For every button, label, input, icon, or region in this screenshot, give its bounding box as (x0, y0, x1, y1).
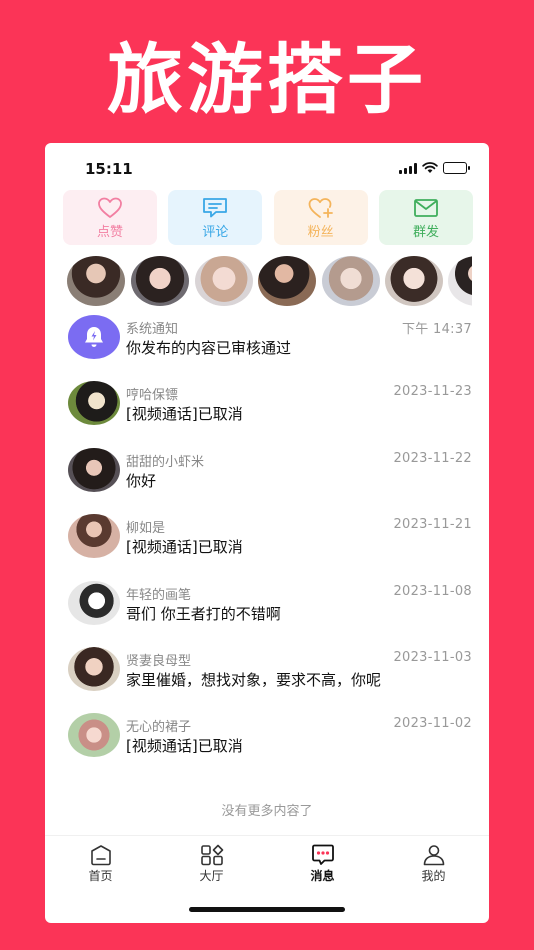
chat-bubble-icon (311, 844, 334, 865)
avatar (68, 581, 120, 625)
heart-plus-icon (308, 198, 333, 218)
message-sender: 哼哈保镖 (126, 388, 179, 403)
status-icons (399, 162, 470, 174)
home-indicator[interactable] (189, 907, 345, 912)
message-date: 2023-11-22 (393, 451, 472, 466)
message-item[interactable]: 柳如是 2023-11-21 [视频通话]已取消 (45, 510, 489, 572)
avatar (68, 448, 120, 492)
message-date: 下午 14:37 (402, 322, 472, 337)
tab-messages[interactable]: 消息 (267, 836, 378, 887)
group-send-label: 群发 (412, 225, 439, 240)
action-bar: 点赞 评论 粉丝 群发 (63, 190, 473, 245)
comments-button[interactable]: 评论 (168, 190, 263, 245)
phone-screen: 15:11 点赞 评论 粉丝 群发 系统通知 下午 14:37 你发布的内容已审… (45, 143, 489, 923)
bell-icon (85, 327, 103, 347)
mail-icon (414, 199, 438, 217)
tab-profile-label: 我的 (421, 869, 446, 883)
comments-label: 评论 (202, 225, 229, 240)
message-sender: 贤妻良母型 (126, 654, 192, 669)
battery-icon (443, 162, 470, 174)
message-sender: 无心的裙子 (126, 720, 192, 735)
tab-lobby-label: 大厅 (199, 869, 224, 883)
message-preview: 哥们 你王者打的不错啊 (126, 605, 281, 623)
heart-icon (98, 197, 122, 218)
avatar (68, 647, 120, 691)
status-bar: 15:11 (45, 143, 489, 189)
tab-home[interactable]: 首页 (45, 836, 156, 887)
headline: 旅游搭子 (107, 35, 427, 124)
message-item[interactable]: 年轻的画笔 2023-11-08 哥们 你王者打的不错啊 (45, 577, 489, 639)
message-item[interactable]: 贤妻良母型 2023-11-03 家里催婚，想找对象，要求不高，你呢 (45, 643, 489, 705)
message-date: 2023-11-21 (393, 517, 472, 532)
avatar[interactable] (195, 256, 253, 306)
grid-icon (200, 844, 223, 866)
likes-label: 点赞 (96, 225, 123, 240)
wifi-icon (422, 162, 438, 173)
tab-home-label: 首页 (88, 869, 113, 883)
message-preview: 你发布的内容已审核通过 (126, 339, 292, 357)
message-preview: [视频通话]已取消 (126, 538, 243, 556)
likes-button[interactable]: 点赞 (63, 190, 157, 245)
tab-messages-label: 消息 (310, 869, 335, 883)
message-sender: 甜甜的小虾米 (126, 455, 205, 470)
message-date: 2023-11-23 (393, 384, 472, 399)
message-item[interactable]: 哼哈保镖 2023-11-23 [视频通话]已取消 (45, 377, 489, 439)
message-sender: 年轻的画笔 (126, 588, 192, 603)
message-date: 2023-11-08 (393, 584, 472, 599)
message-sender: 系统通知 (126, 322, 179, 337)
group-send-button[interactable]: 群发 (378, 190, 473, 245)
tab-lobby[interactable]: 大厅 (156, 836, 267, 887)
message-sender: 柳如是 (126, 521, 166, 536)
avatar[interactable] (131, 256, 189, 306)
comment-icon (203, 198, 228, 218)
message-item[interactable]: 甜甜的小虾米 2023-11-22 你好 (45, 444, 489, 506)
avatar[interactable] (258, 256, 316, 306)
message-item-system[interactable]: 系统通知 下午 14:37 你发布的内容已审核通过 (45, 311, 489, 373)
message-date: 2023-11-02 (393, 716, 472, 731)
avatar[interactable] (448, 256, 472, 306)
home-icon (90, 845, 111, 866)
fans-label: 粉丝 (307, 225, 334, 240)
avatar (68, 381, 120, 425)
user-icon (423, 845, 444, 866)
message-item[interactable]: 无心的裙子 2023-11-02 [视频通话]已取消 (45, 709, 489, 771)
avatar (68, 514, 120, 558)
bottom-tab-bar: 首页 大厅 消息 我的 (45, 835, 489, 887)
message-date: 2023-11-03 (393, 650, 472, 665)
status-time: 15:11 (85, 160, 133, 178)
message-preview: 家里催婚，想找对象，要求不高，你呢 (126, 671, 382, 689)
message-preview: [视频通话]已取消 (126, 405, 243, 423)
no-more-content-text: 没有更多内容了 (221, 804, 313, 819)
message-preview: [视频通话]已取消 (126, 737, 243, 755)
fans-button[interactable]: 粉丝 (273, 190, 368, 245)
message-preview: 你好 (126, 472, 157, 490)
signal-icon (399, 162, 417, 174)
system-notice-avatar (68, 315, 120, 359)
avatar-strip (67, 256, 472, 306)
avatar (68, 713, 120, 757)
avatar[interactable] (385, 256, 443, 306)
tab-profile[interactable]: 我的 (378, 836, 489, 887)
avatar[interactable] (67, 256, 125, 306)
avatar[interactable] (322, 256, 380, 306)
